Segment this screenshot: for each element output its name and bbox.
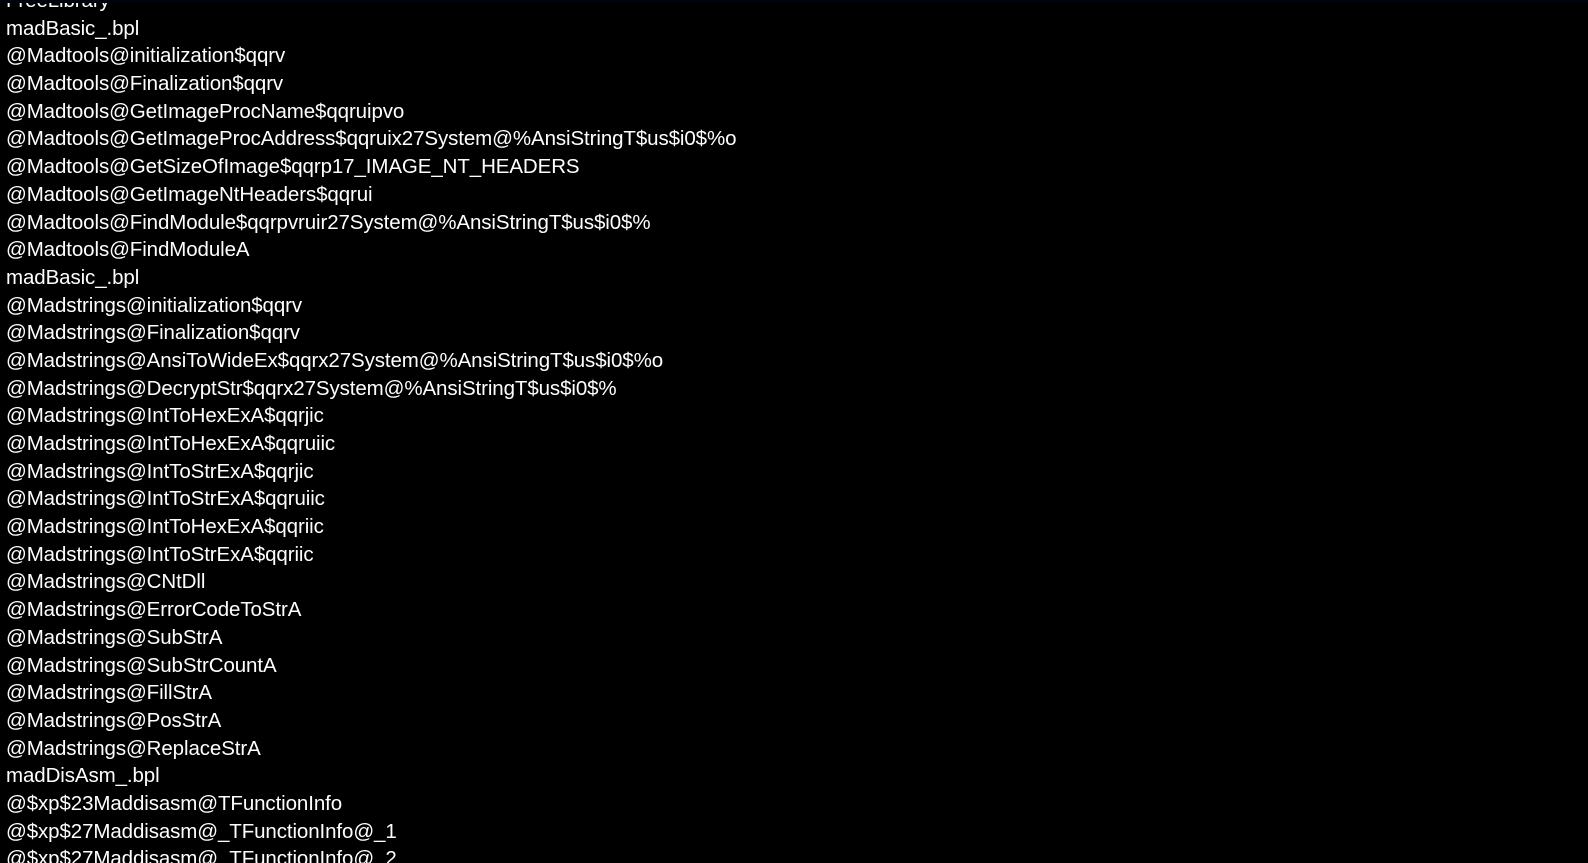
console-line: @Madstrings@IntToStrExA$qqruiic [6, 487, 325, 511]
console-line: @$xp$27Maddisasm@_TFunctionInfo@_2 [6, 847, 397, 863]
console-line: @Madtools@GetImageNtHeaders$qqrui [6, 182, 373, 206]
console-line: @Madtools@initialization$qqrv [6, 44, 286, 68]
console-line: madBasic_.bpl [6, 16, 140, 40]
console-line: @Madstrings@ErrorCodeToStrA [6, 598, 302, 622]
console-line: @Madstrings@ReplaceStrA [6, 736, 261, 760]
console-line: FreeLibrary [6, 0, 110, 12]
console-line: @Madstrings@IntToHexExA$qqruiic [6, 432, 336, 455]
console-line: @Madstrings@SubStrCountA [6, 653, 277, 677]
console-line: madBasic_.bpl [6, 265, 140, 289]
console-output-viewport[interactable]: FreeLibrary madBasic_.bpl @Madtools@initia… [0, 0, 1588, 863]
console-line: @Madstrings@CNtDll [6, 570, 206, 594]
console-line: @Madtools@FindModuleA [6, 238, 250, 262]
console-line: @Madstrings@AnsiToWideEx$qqrx27System@%A… [6, 348, 663, 372]
console-line: @$xp$27Maddisasm@_TFunctionInfo@_1 [6, 819, 397, 843]
console-line: @Madtools@GetSizeOfImage$qqrp17_IMAGE_NT… [6, 155, 580, 179]
console-line: @Madtools@GetImageProcAddress$qqruix27Sy… [6, 127, 737, 151]
console-line: @Madtools@Finalization$qqrv [6, 72, 284, 96]
console-line-list: FreeLibrary madBasic_.bpl @Madtools@initia… [0, 0, 1588, 863]
console-line: @Madstrings@DecryptStr$qqrx27System@%Ans… [6, 376, 617, 400]
console-line: @Madstrings@IntToHexExA$qqrjic [6, 404, 324, 428]
console-line: @Madstrings@IntToHexExA$qqriic [6, 515, 324, 539]
console-line: @Madstrings@Finalization$qqrv [6, 321, 300, 345]
console-line: @Madstrings@initialization$qqrv [6, 293, 303, 317]
console-line: @Madstrings@IntToStrExA$qqrjic [6, 459, 314, 483]
console-line: madDisAsm_.bpl [6, 764, 160, 788]
console-line: @$xp$23Maddisasm@TFunctionInfo [6, 791, 343, 815]
console-line: @Madtools@GetImageProcName$qqruipvo [6, 99, 405, 123]
console-line: @Madstrings@IntToStrExA$qqriic [6, 542, 314, 566]
console-line: @Madstrings@FillStrA [6, 681, 212, 705]
console-line: @Madstrings@SubStrA [6, 625, 223, 649]
console-line: @Madstrings@PosStrA [6, 708, 222, 732]
console-line: @Madtools@FindModule$qqrpvruir27System@%… [6, 210, 651, 234]
